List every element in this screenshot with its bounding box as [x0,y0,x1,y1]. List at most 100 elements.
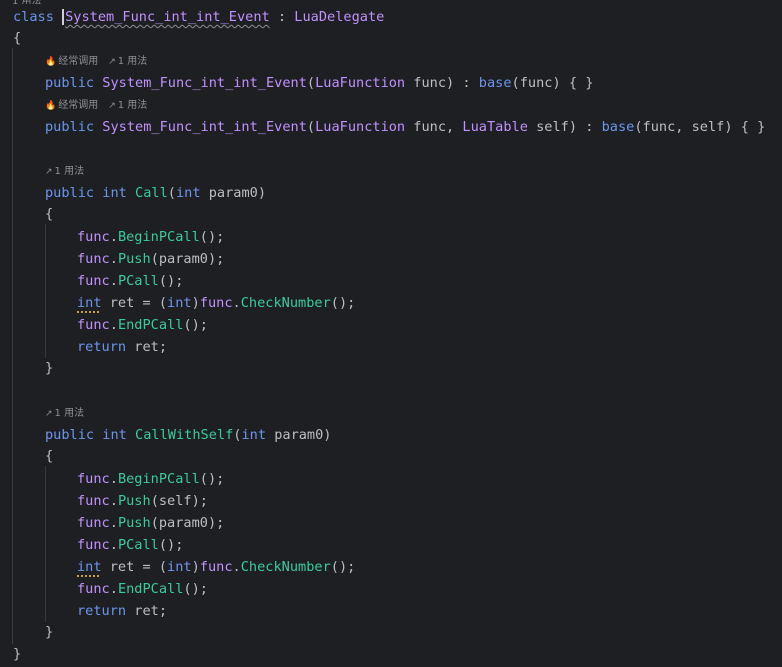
dot: . [232,295,241,311]
code-line-pcall[interactable]: func.PCall(); [0,535,782,555]
code-line-push-param[interactable]: func.Push(param0); [0,513,782,533]
func-ref: func [77,581,110,597]
frequent-usage-hint[interactable]: 🔥 经常调用 [45,99,98,113]
int-keyword[interactable]: int [77,559,102,575]
call-begin-pcall[interactable]: BeginPCall [118,471,200,487]
code-line-callwithself-open[interactable]: { [0,446,782,466]
dot: . [109,493,118,509]
call-begin-pcall[interactable]: BeginPCall [118,229,200,245]
return-value: ret; [126,339,168,355]
method-name[interactable]: CallWithSelf [135,427,233,443]
code-line-call-signature[interactable]: public int Call(int param0) [0,183,782,203]
call-push[interactable]: Push [118,515,151,531]
dot: . [109,273,118,289]
text-caret [62,9,65,25]
code-line-begin-pcall[interactable]: func.BeginPCall(); [0,469,782,489]
code-line-call-open[interactable]: { [0,204,782,224]
int-keyword[interactable]: int [77,295,102,311]
param-name: param0) [200,185,267,201]
code-line-ctor2[interactable]: public System_Func_int_int_Event(LuaFunc… [0,117,782,137]
open-brace: { [45,206,54,222]
func-ref: func [199,559,233,575]
func-ref: func [77,317,110,333]
fire-icon: 🔥 [45,57,57,67]
call-end-pcall[interactable]: EndPCall [118,581,183,597]
method-name[interactable]: Call [135,185,168,201]
usages-hint[interactable]: ↗ 1 用法 [108,99,147,113]
param-type[interactable]: LuaFunction [315,119,405,135]
inlay-hint-ctor2[interactable]: 🔥 经常调用 ↗ 1 用法 [45,99,157,113]
cast-type: int [167,559,192,575]
call-pcall[interactable]: PCall [118,273,159,289]
code-line-class-close[interactable]: } [0,644,782,664]
dot: . [109,251,118,267]
paren-open: ( [306,75,316,91]
ret-decl: ret = ( [101,295,168,311]
code-line-push-param[interactable]: func.Push(param0); [0,249,782,269]
code-line-end-pcall[interactable]: func.EndPCall(); [0,579,782,599]
return-keyword: return [77,339,127,355]
ctor-name[interactable]: System_Func_int_int_Event [102,75,307,91]
func-ref: func [77,537,110,553]
code-line-callwithself-close[interactable]: } [0,622,782,642]
base-keyword: base [601,119,635,135]
param-type[interactable]: LuaTable [462,119,527,135]
func-ref: func [199,295,233,311]
close-brace: } [45,360,54,376]
code-line-begin-pcall[interactable]: func.BeginPCall(); [0,227,782,247]
code-line-return[interactable]: return ret; [0,601,782,621]
func-ref: func [77,273,110,289]
call-args: (); [199,471,225,487]
call-args: (param0); [150,251,225,267]
code-line-class-open[interactable]: { [0,28,782,48]
call-push[interactable]: Push [118,251,151,267]
code-editor[interactable]: 1 用法 class System_Func_int_int_Event : L… [0,0,782,667]
code-line-call-close[interactable]: } [0,358,782,378]
call-args: (self); [150,493,208,509]
code-line-return[interactable]: return ret; [0,337,782,357]
func-ref: func [77,515,110,531]
code-line-check-number[interactable]: int ret = (int)func.CheckNumber(); [0,293,782,313]
usages-icon: ↗ [108,57,116,67]
call-check-number[interactable]: CheckNumber [241,559,331,575]
frequent-label: 经常调用 [58,100,99,111]
param-type[interactable]: LuaFunction [315,75,405,91]
class-keyword: class [13,9,54,25]
call-end-pcall[interactable]: EndPCall [118,317,183,333]
return-value: ret; [126,603,168,619]
code-line-callwithself-signature[interactable]: public int CallWithSelf(int param0) [0,425,782,445]
code-line-end-pcall[interactable]: func.EndPCall(); [0,315,782,335]
code-line-ctor1[interactable]: public System_Func_int_int_Event(LuaFunc… [0,73,782,93]
call-pcall[interactable]: PCall [118,537,159,553]
close-brace: } [45,624,54,640]
frequent-label: 经常调用 [58,56,99,67]
usages-hint[interactable]: ↗ 1 用法 [45,165,84,179]
call-args: (); [158,537,184,553]
call-push[interactable]: Push [118,493,151,509]
usages-hint[interactable]: ↗ 1 用法 [108,55,147,69]
inlay-hint-call[interactable]: ↗ 1 用法 [45,165,94,179]
ctor-name[interactable]: System_Func_int_int_Event [102,119,307,135]
base-type[interactable]: LuaDelegate [294,9,384,25]
call-check-number[interactable]: CheckNumber [241,295,331,311]
param-name: func [405,75,447,91]
usages-hint[interactable]: ↗ 1 用法 [45,407,84,421]
code-line-class-decl[interactable]: class System_Func_int_int_Event : LuaDel… [0,7,782,27]
fire-icon: 🔥 [45,101,57,111]
public-keyword: public [45,427,95,443]
class-name[interactable]: System_Func_int_int_Event [65,9,270,25]
paren-close: ) : [568,119,602,135]
code-line-check-number[interactable]: int ret = (int)func.CheckNumber(); [0,557,782,577]
dot: . [109,581,118,597]
code-line-pcall[interactable]: func.PCall(); [0,271,782,291]
inlay-hint-ctor1[interactable]: 🔥 经常调用 ↗ 1 用法 [45,55,157,69]
dot: . [109,537,118,553]
frequent-usage-hint[interactable]: 🔥 经常调用 [45,55,98,69]
inlay-hint-callwithself[interactable]: ↗ 1 用法 [45,407,94,421]
usages-label: 1 用法 [54,408,85,419]
paren-open: ( [167,185,176,201]
dot: . [109,515,118,531]
code-line-push-self[interactable]: func.Push(self); [0,491,782,511]
usages-icon: ↗ [45,409,53,419]
open-brace: { [45,448,54,464]
